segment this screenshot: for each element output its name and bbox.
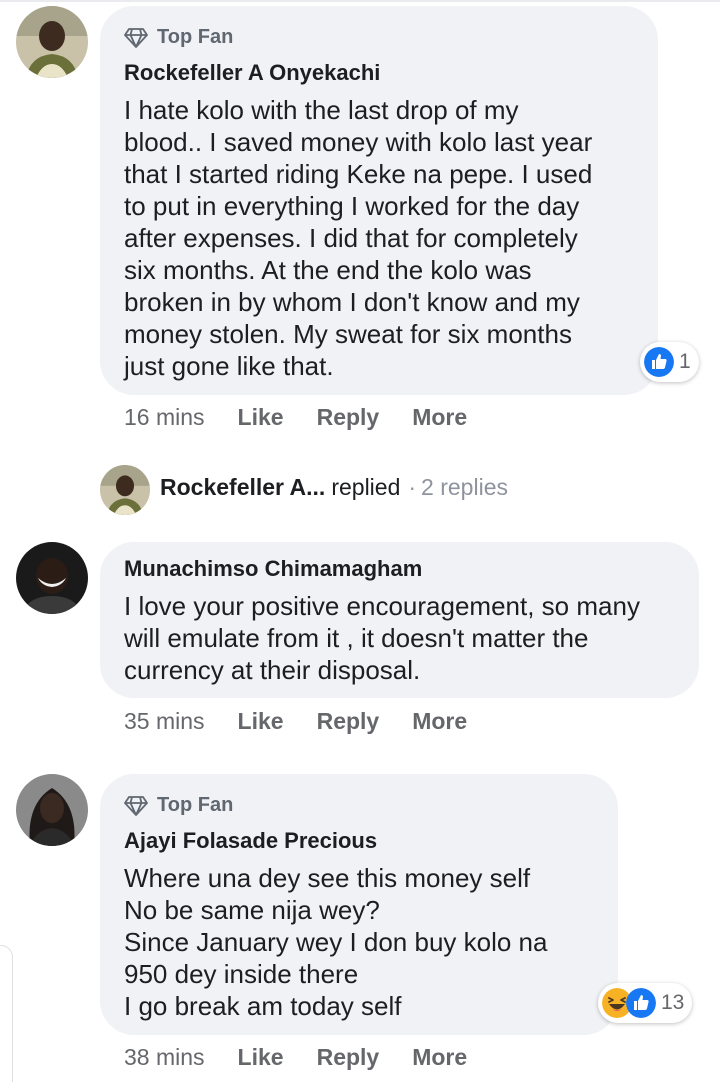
reply-button[interactable]: Reply <box>317 708 380 735</box>
reaction-count: 13 <box>661 991 685 1014</box>
comment-line: blood.. I saved money with kolo last yea… <box>124 127 593 157</box>
view-replies-link[interactable]: Rockefeller A... replied · 2 replies <box>160 474 508 501</box>
comment-line: 950 dey inside there <box>124 959 359 989</box>
avatar[interactable] <box>16 774 88 846</box>
comment-line: six months. At the end the kolo was <box>124 255 532 285</box>
comment-line: just gone like that. <box>124 351 334 381</box>
like-button[interactable]: Like <box>238 708 284 735</box>
comment-line: money stolen. My sweat for six months <box>124 319 572 349</box>
more-button[interactable]: More <box>412 404 467 431</box>
badge-label: Top Fan <box>157 794 234 816</box>
comment-line: Where una dey see this money self <box>124 863 531 893</box>
like-icon <box>626 988 656 1018</box>
top-divider <box>0 0 720 2</box>
more-button[interactable]: More <box>412 708 467 735</box>
side-panel-edge <box>0 945 13 1082</box>
comment-text: I love your positive encouragement, so m… <box>124 590 640 686</box>
comment-author[interactable]: Munachimso Chimamagham <box>124 556 422 582</box>
like-button[interactable]: Like <box>238 1044 284 1071</box>
badge-label: Top Fan <box>157 26 234 48</box>
comment-time[interactable]: 38 mins <box>124 1044 205 1071</box>
separator-dot: · <box>408 474 417 500</box>
comment-line: I love your positive encouragement, so m… <box>124 591 640 621</box>
comment-author[interactable]: Ajayi Folasade Precious <box>124 828 377 854</box>
comment-actions: 38 mins Like Reply More <box>124 1044 467 1071</box>
comment-time[interactable]: 35 mins <box>124 708 205 735</box>
reply-count: 2 replies <box>421 474 508 500</box>
reaction-count: 1 <box>679 350 691 373</box>
comment-text: I hate kolo with the last drop of my blo… <box>124 94 592 382</box>
avatar[interactable] <box>16 6 88 78</box>
top-fan-badge: Top Fan <box>124 26 233 49</box>
like-icon <box>644 347 674 377</box>
comment-line: broken in by whom I don't know and my <box>124 287 580 317</box>
reply-button[interactable]: Reply <box>317 404 380 431</box>
comment-line: Since January wey I don buy kolo na <box>124 927 548 957</box>
reply-author: Rockefeller A... <box>160 474 326 500</box>
comment-line: will emulate from it , it doesn't matter… <box>124 623 589 653</box>
comment-line: currency at their disposal. <box>124 655 421 685</box>
comment-line: after expenses. I did that for completel… <box>124 223 578 253</box>
comment-actions: 16 mins Like Reply More <box>124 404 467 431</box>
comment-line: I go break am today self <box>124 991 402 1021</box>
avatar[interactable] <box>16 542 88 614</box>
comment-line: No be same nija wey? <box>124 895 380 925</box>
more-button[interactable]: More <box>412 1044 467 1071</box>
comment-time[interactable]: 16 mins <box>124 404 205 431</box>
comment-author[interactable]: Rockefeller A Onyekachi <box>124 60 380 86</box>
reply-button[interactable]: Reply <box>317 1044 380 1071</box>
reaction-summary[interactable]: 1 <box>640 342 699 382</box>
comment-line: that I started riding Keke na pepe. I us… <box>124 159 593 189</box>
comment-line: to put in everything I worked for the da… <box>124 191 580 221</box>
reply-verb: replied <box>331 474 401 500</box>
diamond-icon <box>124 795 148 816</box>
comment-line: I hate kolo with the last drop of my <box>124 95 519 125</box>
diamond-icon <box>124 27 148 48</box>
top-fan-badge: Top Fan <box>124 794 233 817</box>
comment-text: Where una dey see this money self No be … <box>124 862 547 1022</box>
comment-actions: 35 mins Like Reply More <box>124 708 467 735</box>
reply-avatar[interactable] <box>100 465 150 515</box>
like-button[interactable]: Like <box>238 404 284 431</box>
reaction-summary[interactable]: 13 <box>598 983 693 1023</box>
